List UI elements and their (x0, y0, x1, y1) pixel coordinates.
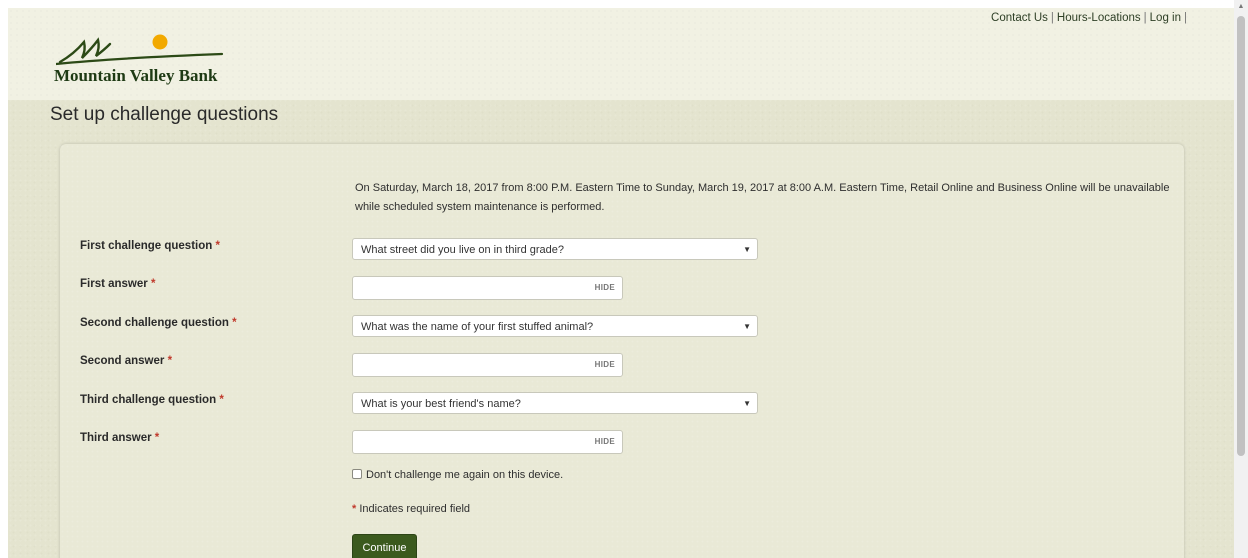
maintenance-notice: On Saturday, March 18, 2017 from 8:00 P.… (355, 182, 1170, 213)
label-text: Third challenge question (80, 394, 217, 406)
first-answer-input[interactable] (355, 279, 579, 299)
page: Mountain Valley Bank Contact Us | Hours-Lo… (0, 0, 1248, 558)
remember-device-option[interactable]: Don't challenge me again on this device. (352, 469, 563, 481)
selected-question: What was the name of your first stuffed … (361, 321, 594, 333)
second-question-select[interactable]: What was the name of your first stuffed … (352, 315, 758, 337)
chevron-down-icon: ▼ (743, 322, 751, 331)
required-field-note: * Indicates required field (352, 503, 470, 515)
first-answer-label: First answer * (80, 278, 155, 290)
browser-viewport: Mountain Valley Bank Contact Us | Hours-Lo… (8, 8, 1234, 558)
required-asterisk: * (219, 394, 224, 406)
third-question-label: Third challenge question * (80, 394, 224, 406)
page-title: Set up challenge questions (50, 104, 279, 125)
contact-us-link[interactable]: Contact Us (991, 12, 1048, 24)
third-answer-input[interactable] (355, 433, 579, 453)
nav-separator: | (1143, 12, 1147, 24)
vertical-scrollbar[interactable]: ▲ (1234, 0, 1248, 558)
first-question-label: First challenge question * (80, 240, 220, 252)
label-text: First challenge question (80, 240, 213, 252)
logo-text: Mountain Valley Bank (54, 66, 218, 85)
first-answer-field: HIDE (352, 276, 623, 300)
label-text: First answer (80, 278, 148, 290)
site-header: Mountain Valley Bank Contact Us | Hours-Lo… (8, 8, 1234, 100)
chevron-down-icon: ▼ (743, 245, 751, 254)
required-asterisk: * (215, 240, 220, 252)
third-answer-field: HIDE (352, 430, 623, 454)
hide-toggle-button[interactable]: HIDE (595, 360, 615, 369)
log-in-link[interactable]: Log in (1150, 12, 1181, 24)
nav-separator: | (1050, 12, 1054, 24)
required-asterisk: * (352, 503, 357, 515)
third-answer-label: Third answer * (80, 432, 159, 444)
first-question-select[interactable]: What street did you live on in third gra… (352, 238, 758, 260)
remember-device-label: Don't challenge me again on this device. (366, 469, 564, 481)
hide-toggle-button[interactable]: HIDE (595, 437, 615, 446)
required-asterisk: * (167, 355, 173, 367)
label-text: Third answer (80, 432, 152, 444)
mountain-logo-icon (56, 34, 224, 66)
selected-question: What is your best friend's name? (361, 398, 521, 410)
challenge-form-panel: On Saturday, March 18, 2017 from 8:00 P.… (60, 144, 1184, 558)
remember-device-checkbox[interactable] (352, 469, 362, 479)
required-asterisk: * (232, 317, 237, 329)
second-answer-input[interactable] (355, 356, 579, 376)
label-text: Second answer (80, 355, 165, 367)
required-asterisk: * (154, 432, 160, 444)
second-answer-field: HIDE (352, 353, 623, 377)
third-question-select[interactable]: What is your best friend's name? ▼ (352, 392, 758, 414)
scrollbar-thumb[interactable] (1237, 16, 1245, 456)
label-text: Second challenge question (80, 317, 229, 329)
bank-logo[interactable]: Mountain Valley Bank (52, 32, 224, 92)
second-question-label: Second challenge question * (80, 317, 237, 329)
hide-toggle-button[interactable]: HIDE (595, 283, 615, 292)
arrow-up-icon[interactable]: ▲ (1234, 0, 1248, 14)
chevron-down-icon: ▼ (743, 399, 751, 408)
continue-button[interactable]: Continue (352, 534, 417, 558)
second-answer-label: Second answer * (80, 355, 172, 367)
required-asterisk: * (150, 278, 156, 290)
required-note-text: Indicates required field (359, 503, 471, 515)
selected-question: What street did you live on in third gra… (361, 244, 565, 256)
hours-locations-link[interactable]: Hours-Locations (1057, 12, 1141, 24)
top-nav: Contact Us | Hours-Locations | Log in | (991, 12, 1190, 24)
nav-separator: | (1184, 12, 1187, 24)
